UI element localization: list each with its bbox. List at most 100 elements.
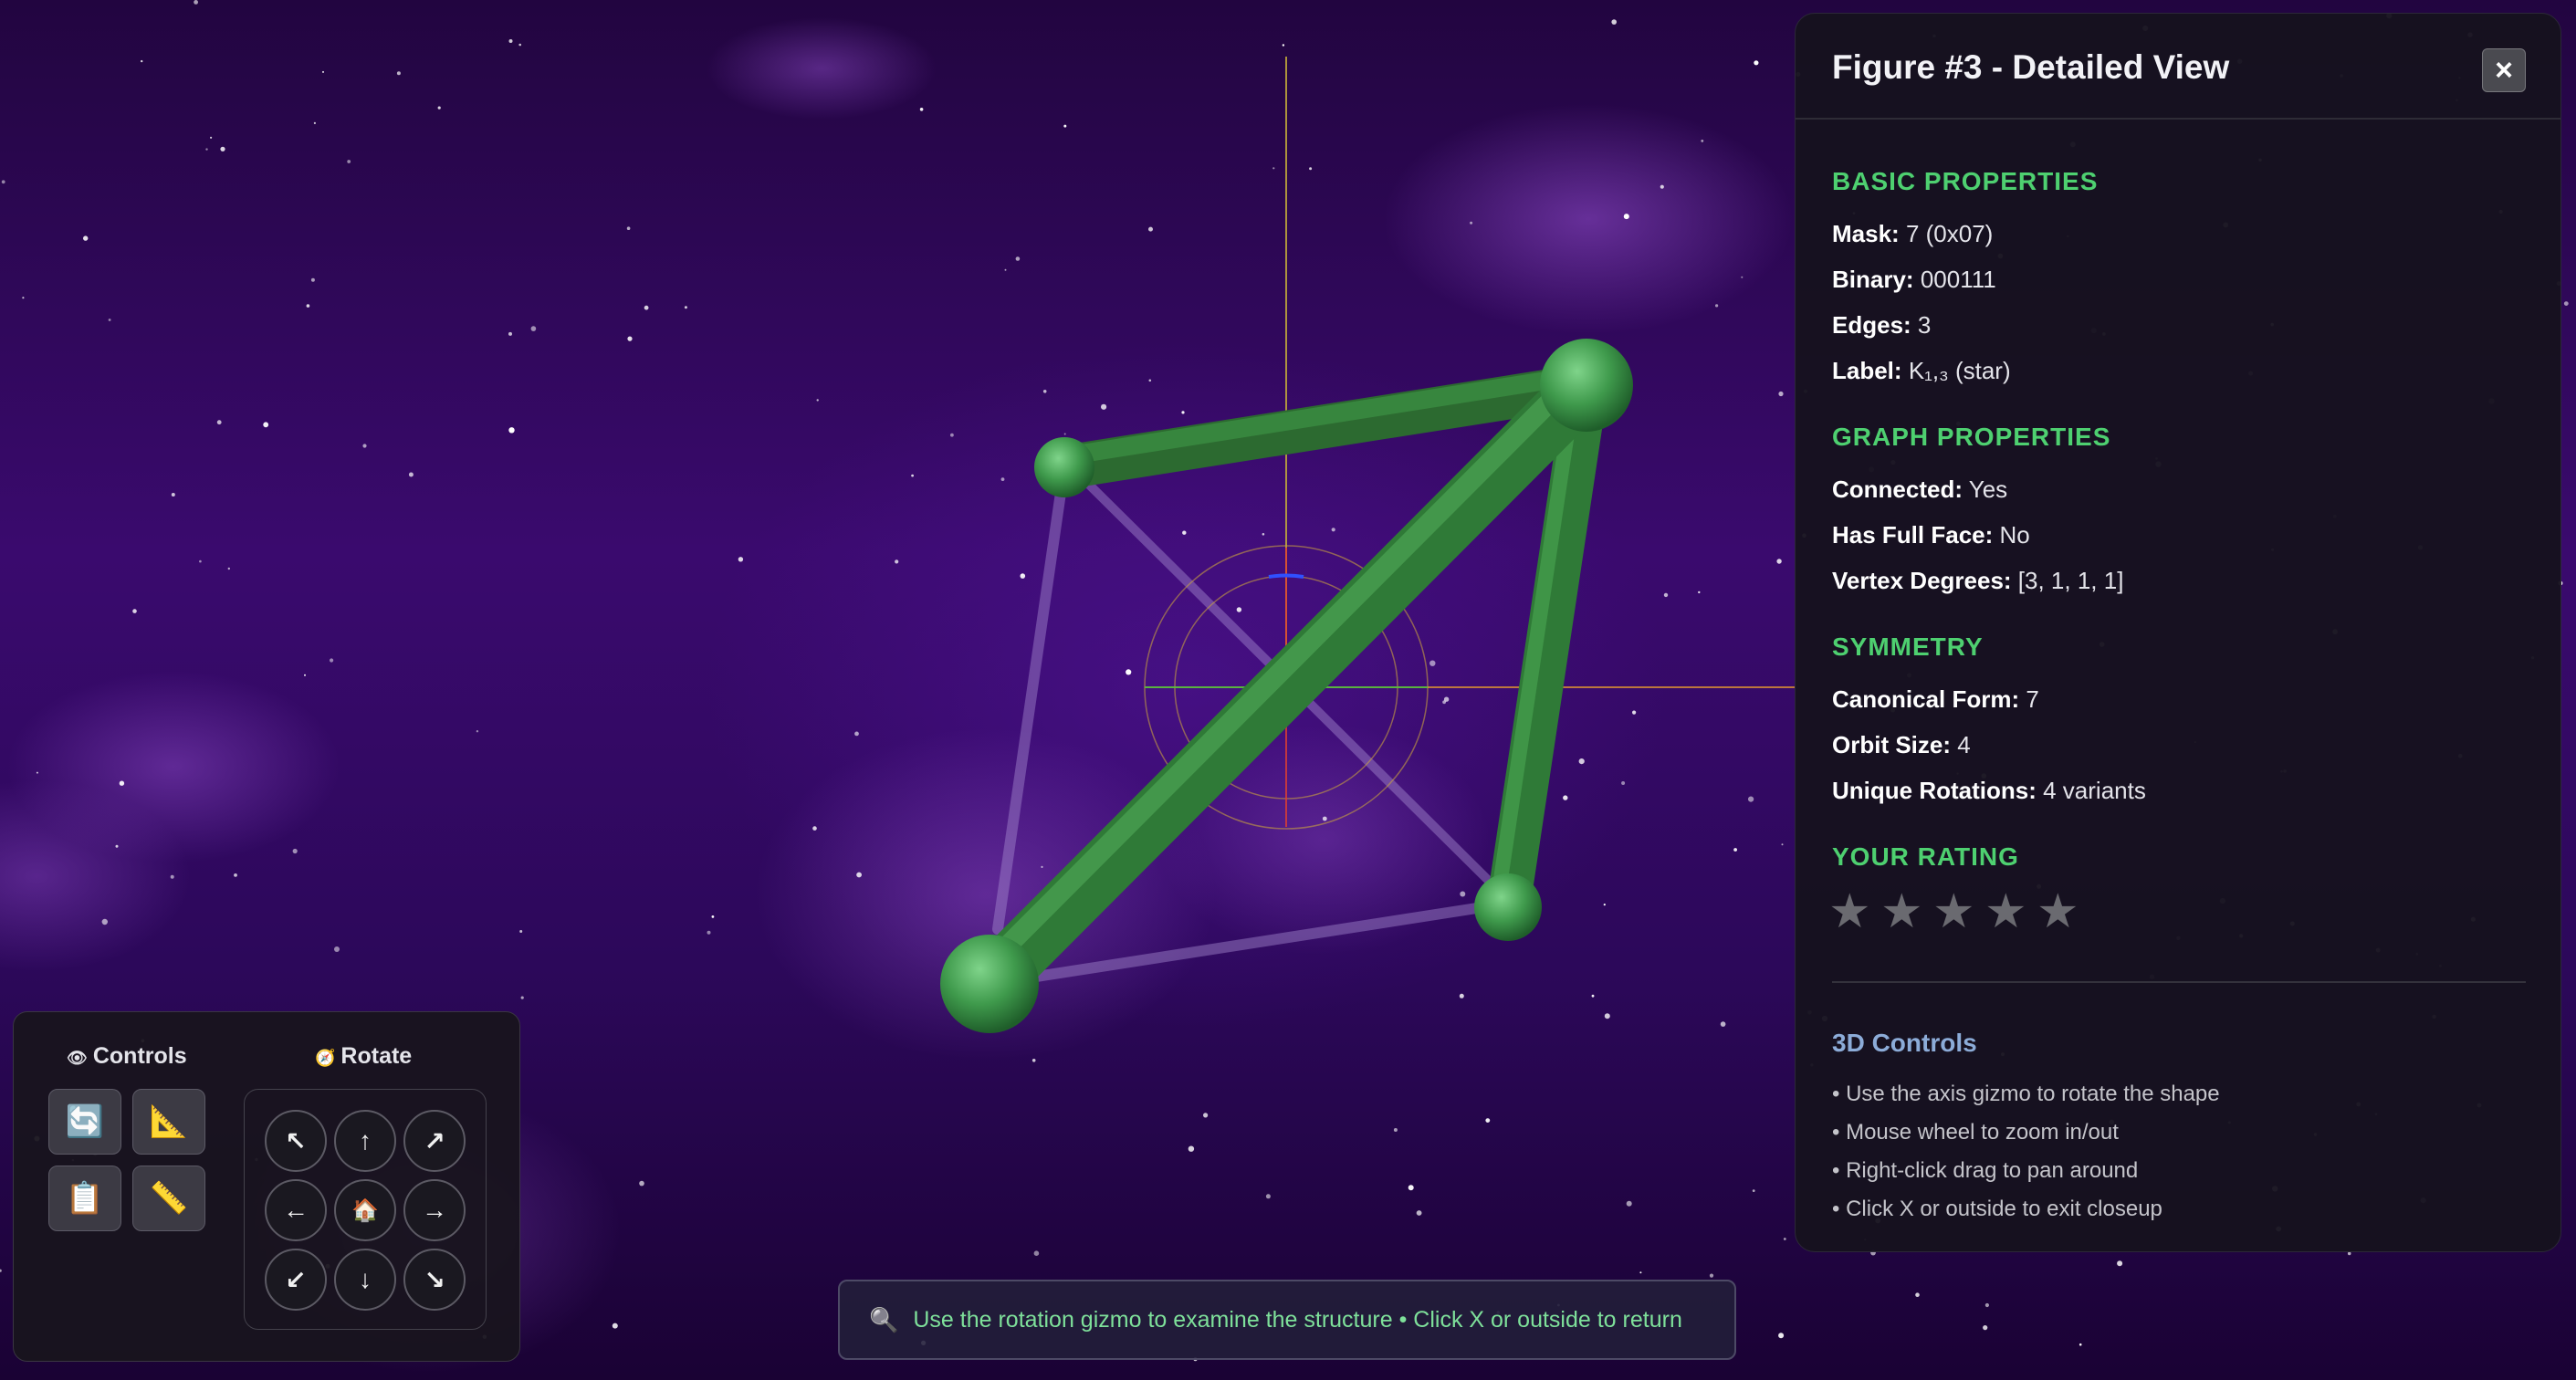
panel-header: Figure #3 - Detailed View ×	[1796, 14, 2560, 120]
star-dot	[1781, 843, 1784, 846]
star-dot	[1182, 530, 1187, 535]
refresh-button[interactable]: 🔄	[48, 1089, 121, 1155]
star-dot	[108, 319, 111, 321]
star-dot	[639, 1180, 644, 1187]
ruler-icon[interactable]: 📏	[150, 1180, 188, 1217]
star-dot	[119, 780, 125, 786]
rotate-up-left-button[interactable]: ↖	[265, 1110, 327, 1172]
rotate-left-button[interactable]: ←	[265, 1179, 327, 1241]
star-dot	[263, 422, 269, 428]
star-dot	[216, 420, 222, 425]
clipboard-icon[interactable]: 📋	[66, 1180, 104, 1217]
rotate-up-button[interactable]: ↑	[334, 1110, 396, 1172]
star-dot	[396, 71, 401, 76]
divider	[1832, 981, 2526, 983]
rating-star-icon[interactable]: ★	[1880, 888, 1925, 936]
rotate-home-button[interactable]: 🏠	[334, 1179, 396, 1241]
star-dot	[1778, 391, 1784, 397]
graph-vertex	[1034, 437, 1094, 497]
rotate-down-left-button[interactable]: ↙	[265, 1249, 327, 1311]
star-dot	[1000, 477, 1005, 481]
controls-hint: • Use the axis gizmo to rotate the shape	[1832, 1082, 2220, 1106]
star-dot	[1720, 1021, 1726, 1027]
star-dot	[627, 336, 633, 341]
rating-stars[interactable]: ★ ★ ★ ★ ★	[1828, 888, 2081, 936]
star-dot	[684, 306, 687, 309]
star-dot	[1752, 1189, 1755, 1192]
refresh-icon[interactable]: 🔄	[66, 1103, 104, 1140]
star-dot	[1033, 1250, 1040, 1256]
star-dot	[1148, 226, 1153, 232]
star-dot	[322, 70, 324, 73]
star-dot	[1101, 403, 1107, 410]
star-dot	[313, 121, 316, 124]
star-dot	[1443, 696, 1450, 702]
close-button[interactable]: ×	[2482, 48, 2526, 92]
star-dot	[711, 915, 715, 918]
star-dot	[1203, 1113, 1209, 1118]
star-dot	[1621, 781, 1626, 785]
star-dot	[476, 730, 479, 733]
star-dot	[210, 136, 213, 139]
star-dot	[1639, 1271, 1642, 1274]
star-dot	[304, 674, 306, 676]
rating-star-icon[interactable]: ★	[1828, 888, 1873, 936]
rating-star-icon[interactable]: ★	[1932, 888, 1977, 936]
prop-edges: Edges: 3	[1832, 311, 1932, 339]
star-dot	[347, 160, 351, 163]
star-dot	[1776, 559, 1782, 564]
rotate-down-button[interactable]: ↓	[334, 1249, 396, 1311]
star-dot	[518, 43, 521, 47]
hint-bar: 🔍 Use the rotation gizmo to examine the …	[838, 1280, 1736, 1360]
controls-heading: 👁 Controls	[67, 1043, 187, 1069]
star-dot	[707, 930, 711, 935]
control-panel: 👁 Controls 🧭 Rotate 🔄 📐 📋 📏 ↖ ↑ ↗ ← 🏠 → ↙ …	[13, 1011, 520, 1362]
star-dot	[1623, 214, 1629, 220]
back-edge	[992, 462, 1070, 935]
star-dot	[334, 946, 340, 952]
star-dot	[520, 996, 524, 999]
triangle-ruler-icon[interactable]: 📐	[150, 1103, 188, 1140]
panel-title: Figure #3 - Detailed View	[1832, 48, 2230, 86]
star-dot	[1604, 1013, 1610, 1019]
star-dot	[626, 226, 631, 230]
rotate-right-button[interactable]: →	[403, 1179, 466, 1241]
star-dot	[950, 433, 954, 437]
rating-star-icon[interactable]: ★	[2037, 888, 2081, 936]
prop-mask: Mask: 7 (0x07)	[1832, 220, 1994, 247]
close-icon[interactable]: ×	[2495, 55, 2513, 86]
star-dot	[508, 39, 513, 43]
eye-icon: 👁	[67, 1049, 88, 1067]
controls-hint: • Click X or outside to exit closeup	[1832, 1197, 2162, 1221]
controls-hint: • Right-click drag to pan around	[1832, 1158, 2139, 1183]
star-dot	[1031, 1059, 1036, 1062]
triangle-ruler-button[interactable]: 📐	[132, 1089, 205, 1155]
star-dot	[1181, 411, 1185, 414]
section-title-basic: BASIC PROPERTIES	[1832, 167, 2099, 195]
rating-star-icon[interactable]: ★	[1984, 888, 2029, 936]
star-dot	[1603, 904, 1606, 906]
prop-label: Label: K₁,₃ (star)	[1832, 357, 2011, 384]
star-dot	[1485, 1118, 1491, 1123]
star-dot	[36, 771, 38, 774]
star-dot	[1470, 221, 1473, 225]
star-dot	[1733, 848, 1737, 852]
star-dot	[508, 331, 512, 336]
star-dot	[1915, 1292, 1920, 1297]
rotate-down-right-button[interactable]: ↘	[403, 1249, 466, 1311]
star-dot	[2079, 1343, 2082, 1346]
rotate-up-right-button[interactable]: ↗	[403, 1110, 466, 1172]
star-dot	[437, 106, 441, 110]
prop-connected: Connected: Yes	[1832, 476, 2008, 503]
star-dot	[1262, 533, 1265, 536]
star-dot	[911, 474, 914, 477]
prop-canonical-form: Canonical Form: 7	[1832, 685, 2039, 713]
star-dot	[1563, 795, 1568, 800]
star-dot	[1416, 1210, 1422, 1216]
ruler-button[interactable]: 📏	[132, 1166, 205, 1231]
star-dot	[310, 277, 315, 282]
star-dot	[1660, 184, 1664, 189]
star-dot	[362, 444, 367, 448]
clipboard-button[interactable]: 📋	[48, 1166, 121, 1231]
star-dot	[1591, 994, 1595, 998]
